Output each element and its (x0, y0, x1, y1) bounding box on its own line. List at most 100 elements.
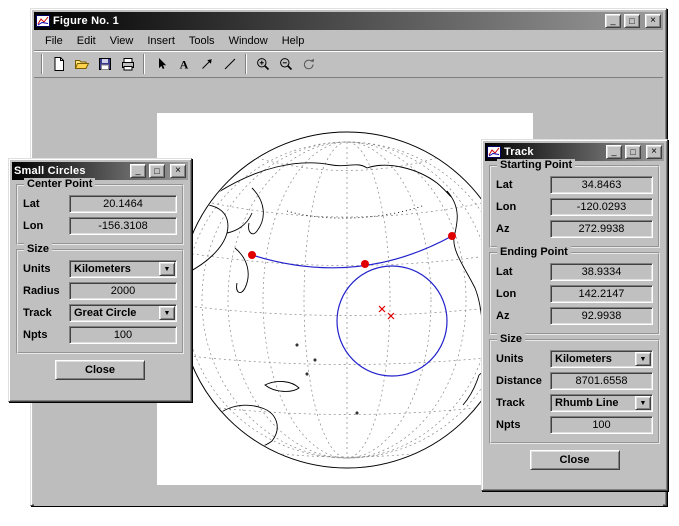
distance-label: Distance (496, 375, 542, 387)
units-value: Kilometers (74, 263, 131, 275)
close-dialog-button[interactable]: Close (529, 450, 620, 470)
dialog-title: Small Circles (14, 165, 86, 177)
distance-field[interactable]: 8701.6558 (550, 372, 653, 390)
units-value: Kilometers (555, 353, 612, 365)
toolbar-separator (41, 54, 43, 74)
lon-row: Lon -120.0293 (496, 198, 653, 216)
zoom-in-button[interactable] (251, 53, 274, 75)
lon-field[interactable]: 142.2147 (550, 285, 653, 303)
minimize-button[interactable]: _ (130, 164, 146, 178)
group-legend: Size (497, 333, 526, 345)
dropdown-arrow-icon[interactable]: ▼ (635, 352, 651, 366)
maximize-icon: □ (630, 147, 636, 157)
menu-window[interactable]: Window (222, 33, 275, 49)
new-file-button[interactable] (47, 53, 70, 75)
zoom-out-icon (279, 58, 292, 71)
desktop: Figure No. 1 _ □ × File Edit View Insert… (0, 0, 679, 526)
npts-value: 100 (592, 419, 611, 431)
zoom-out-button[interactable] (274, 53, 297, 75)
track-row: Track Rhumb Line ▼ (496, 394, 653, 412)
menubar: File Edit View Insert Tools Window Help (34, 31, 663, 51)
lat-field[interactable]: 38.9334 (550, 263, 653, 281)
lon-value: 142.2147 (578, 288, 625, 300)
maximize-button[interactable]: □ (624, 14, 640, 28)
track-dropdown[interactable]: Rhumb Line ▼ (550, 394, 653, 412)
save-button[interactable] (93, 53, 116, 75)
dropdown-arrow-icon[interactable]: ▼ (159, 306, 175, 320)
lon-field[interactable]: -156.3108 (69, 217, 177, 235)
radius-field[interactable]: 2000 (69, 282, 177, 300)
lon-field[interactable]: -120.0293 (550, 198, 653, 216)
minimize-button[interactable]: _ (606, 145, 622, 159)
figure-window-icon (36, 14, 50, 28)
az-label: Az (496, 223, 510, 235)
dropdown-arrow-icon[interactable]: ▼ (159, 262, 175, 276)
arrow-tool-icon (201, 59, 212, 69)
az-field[interactable]: 92.9938 (550, 307, 653, 325)
menu-file[interactable]: File (38, 33, 70, 49)
close-icon: × (651, 146, 657, 157)
npts-field[interactable]: 100 (69, 326, 177, 344)
starting-point-group: Starting Point Lat 34.8463 Lon -120.0293… (489, 159, 660, 248)
lon-row: Lon -156.3108 (23, 217, 177, 235)
lon-value: -120.0293 (576, 201, 627, 213)
rotate-icon (303, 58, 314, 70)
track-label: Track (23, 307, 52, 319)
close-button[interactable]: × (646, 145, 662, 159)
close-icon: × (175, 165, 181, 176)
units-row: Units Kilometers ▼ (23, 260, 177, 278)
lat-label: Lat (496, 266, 513, 278)
lon-value: -156.3108 (98, 220, 148, 232)
text-tool-button[interactable]: A (172, 53, 195, 75)
track-dropdown[interactable]: Great Circle ▼ (69, 304, 177, 322)
radius-label: Radius (23, 285, 60, 297)
close-button[interactable]: × (645, 14, 661, 28)
line-tool-button[interactable] (218, 53, 241, 75)
menu-insert[interactable]: Insert (140, 33, 182, 49)
npts-label: Npts (496, 419, 521, 431)
track-dialog-icon (487, 145, 501, 159)
maximize-button[interactable]: □ (149, 164, 165, 178)
maximize-icon: □ (154, 166, 160, 176)
minimize-button[interactable]: _ (605, 14, 621, 28)
lat-field[interactable]: 34.8463 (550, 176, 653, 194)
close-dialog-button[interactable]: Close (55, 360, 145, 380)
lat-row: Lat 38.9334 (496, 263, 653, 281)
pointer-icon (158, 58, 166, 69)
units-dropdown[interactable]: Kilometers ▼ (550, 350, 653, 368)
minimize-icon: _ (610, 15, 616, 25)
dropdown-arrow-icon[interactable]: ▼ (635, 396, 651, 410)
lat-field[interactable]: 20.1464 (69, 195, 177, 213)
menu-edit[interactable]: Edit (70, 33, 103, 49)
print-button[interactable] (116, 53, 139, 75)
npts-label: Npts (23, 329, 48, 341)
close-button[interactable]: × (170, 164, 186, 178)
toolbar: A (34, 51, 663, 78)
size-group: Size Units Kilometers ▼ Distance 8701.65… (489, 333, 660, 444)
maximize-button[interactable]: □ (625, 145, 641, 159)
open-folder-icon (74, 60, 89, 69)
radius-row: Radius 2000 (23, 282, 177, 300)
menu-tools[interactable]: Tools (182, 33, 222, 49)
figure-titlebar[interactable]: Figure No. 1 _ □ × (34, 12, 663, 30)
track-value: Rhumb Line (555, 397, 619, 409)
az-field[interactable]: 272.9938 (550, 220, 653, 238)
menu-view[interactable]: View (103, 33, 141, 49)
az-row: Az 92.9938 (496, 307, 653, 325)
lat-value: 34.8463 (581, 179, 622, 191)
npts-field[interactable]: 100 (550, 416, 653, 434)
distance-value: 8701.6558 (575, 375, 628, 387)
lon-label: Lon (496, 201, 517, 213)
track-dialog: Track _ □ × Starting Point Lat 34.8463 L… (481, 139, 668, 491)
rotate-3d-button[interactable] (297, 53, 320, 75)
arrow-tool-button[interactable] (195, 53, 218, 75)
open-file-button[interactable] (70, 53, 93, 75)
group-legend: Size (24, 243, 53, 255)
lat-value: 20.1464 (103, 198, 143, 210)
pointer-tool-button[interactable] (149, 53, 172, 75)
window-title: Figure No. 1 (53, 15, 119, 27)
az-label: Az (496, 310, 510, 322)
track-row: Track Great Circle ▼ (23, 304, 177, 322)
units-dropdown[interactable]: Kilometers ▼ (69, 260, 177, 278)
menu-help[interactable]: Help (275, 33, 312, 49)
